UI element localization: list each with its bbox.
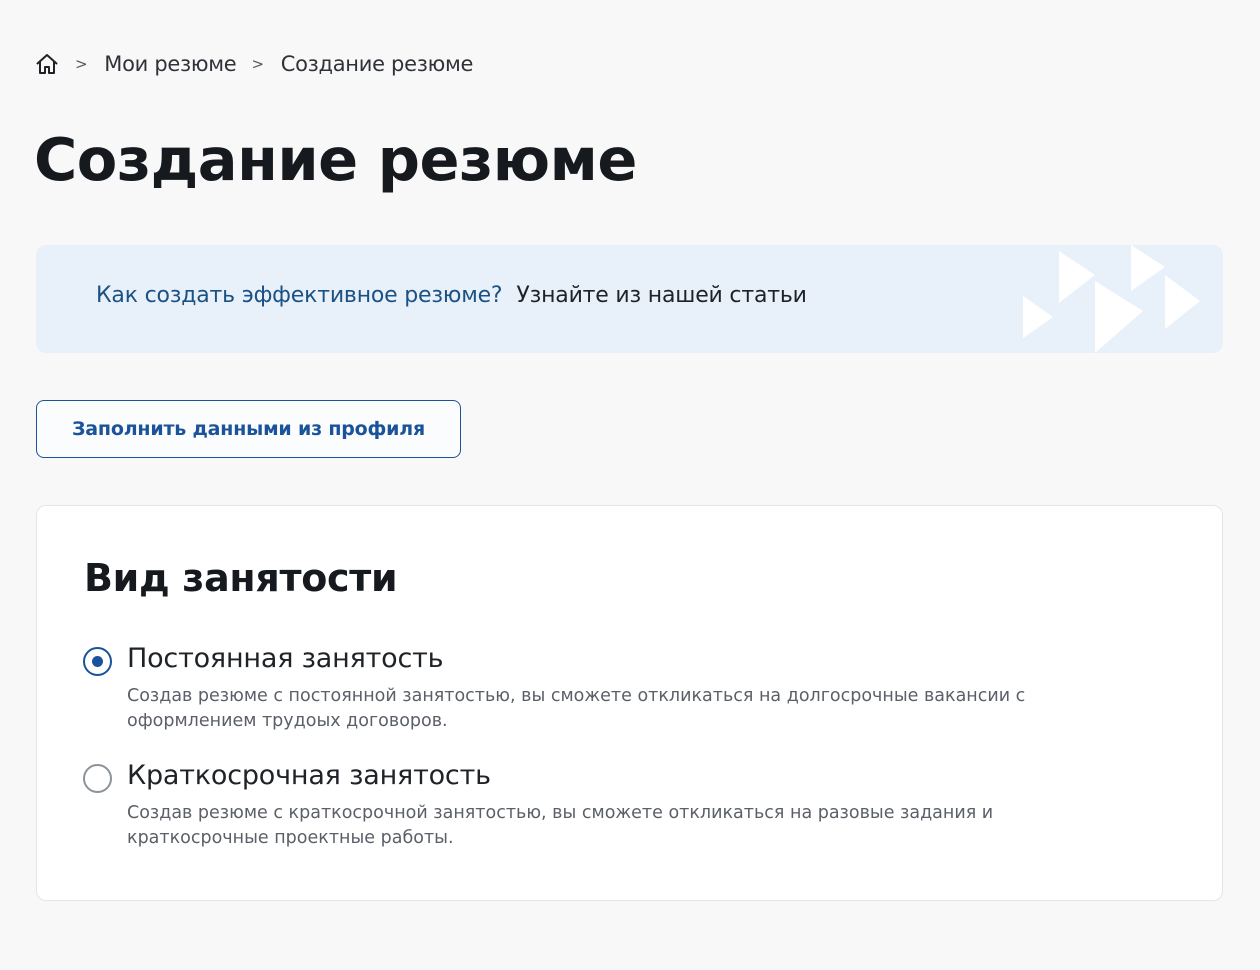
page: > Мои резюме > Создание резюме Создание …	[0, 0, 1260, 970]
option-permanent-employment[interactable]: Постоянная занятость Создав резюме с пос…	[83, 643, 1133, 738]
option-description: Создав резюме с краткосрочной занятостью…	[127, 803, 994, 848]
radio-permanent-employment[interactable]	[83, 647, 112, 676]
breadcrumb-current-page: Создание резюме	[280, 52, 474, 76]
employment-type-card: Вид занятости Постоянная занятость Созда…	[36, 505, 1223, 901]
breadcrumb-my-resumes-link[interactable]: Мои резюме	[104, 52, 236, 76]
breadcrumb-separator: >	[251, 55, 264, 73]
banner-article-link[interactable]: Узнайте из нашей статьи	[516, 283, 806, 308]
page-title: Создание резюме	[34, 125, 637, 194]
option-short-term-employment[interactable]: Краткосрочная занятость Создав резюме с …	[83, 760, 1133, 855]
option-label: Постоянная занятость	[127, 643, 444, 674]
breadcrumb: > Мои резюме > Создание резюме	[34, 50, 473, 78]
option-label: Краткосрочная занятость	[127, 760, 491, 791]
option-description: Создав резюме с постоянной занятостью, в…	[127, 686, 1026, 731]
breadcrumb-separator: >	[75, 55, 88, 73]
radio-short-term-employment[interactable]	[83, 764, 112, 793]
banner-text: Как создать эффективное резюме? Узнайте и…	[96, 283, 807, 308]
fill-from-profile-button[interactable]: Заполнить данными из профиля	[36, 400, 461, 458]
help-banner: Как создать эффективное резюме? Узнайте и…	[36, 245, 1223, 353]
employment-type-title: Вид занятости	[84, 556, 398, 600]
home-icon[interactable]	[34, 51, 60, 77]
triangles-decoration-icon	[1023, 245, 1200, 353]
banner-question: Как создать эффективное резюме?	[96, 283, 503, 308]
